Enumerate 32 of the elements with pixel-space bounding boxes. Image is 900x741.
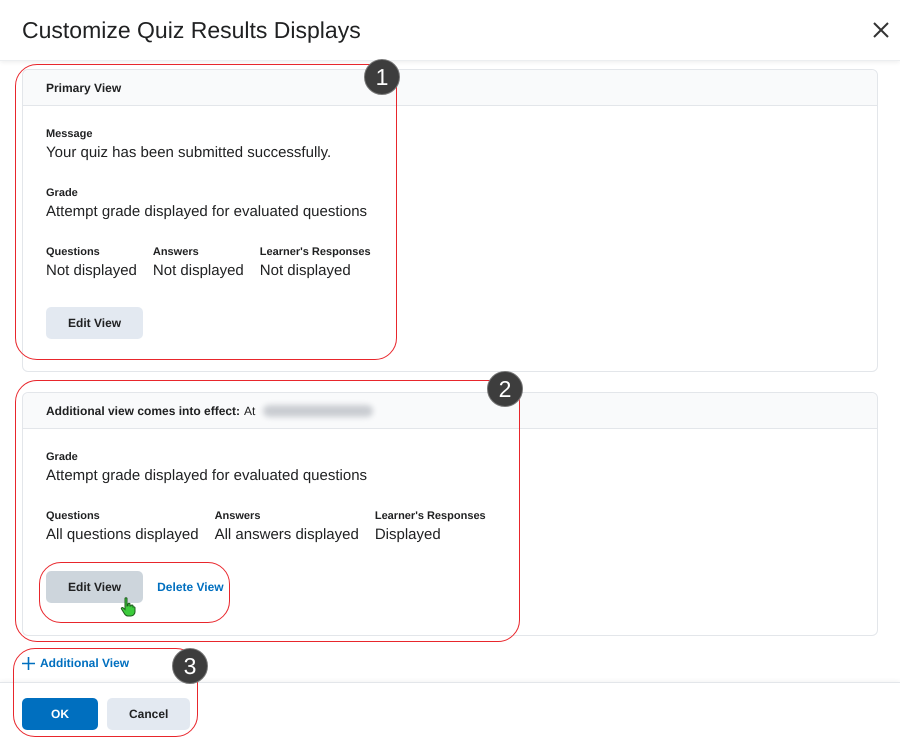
ok-button[interactable]: OK <box>22 698 98 730</box>
field-value: Displayed <box>374 526 442 543</box>
cancel-button[interactable]: Cancel <box>107 698 190 730</box>
header-label: Additional view comes into effect: <box>46 404 240 418</box>
field-label: Answers <box>214 510 262 522</box>
field-label: Questions <box>46 510 101 522</box>
field-value: Not displayed <box>152 262 244 279</box>
field-value: Your quiz has been submitted successfully. <box>46 144 332 161</box>
field-label: Message <box>46 128 94 140</box>
field-label: Learner's Responses <box>260 246 371 258</box>
field-value: Attempt grade displayed for evaluated questions <box>46 467 368 484</box>
dialog-title: Customize Quiz Results Displays <box>22 16 361 44</box>
field-value: All answers displayed <box>214 526 359 543</box>
field-label: Grade <box>46 451 79 463</box>
field-label: Grade <box>46 187 79 199</box>
field-label: Answers <box>152 246 200 258</box>
edit-view-button[interactable]: Edit View <box>46 571 144 603</box>
header-label: Primary View <box>46 80 122 94</box>
field-label: Questions <box>46 246 101 258</box>
field-value: Not displayed <box>46 262 137 279</box>
hand-cursor-icon <box>120 597 136 617</box>
field-value: Not displayed <box>260 262 352 279</box>
field-value: Attempt grade displayed for evaluated questions <box>46 203 368 220</box>
edit-view-button[interactable]: Edit View <box>46 307 144 339</box>
plus-icon[interactable] <box>22 656 35 670</box>
add-view-link[interactable]: Additional View <box>40 656 130 670</box>
field-value: All questions displayed <box>46 526 199 543</box>
header-value: At <box>244 404 256 418</box>
delete-view-link[interactable]: Delete View <box>157 580 224 594</box>
callout-number: 3 <box>172 648 208 684</box>
field-label: Learner's Responses <box>374 510 486 522</box>
close-icon[interactable] <box>872 21 890 39</box>
